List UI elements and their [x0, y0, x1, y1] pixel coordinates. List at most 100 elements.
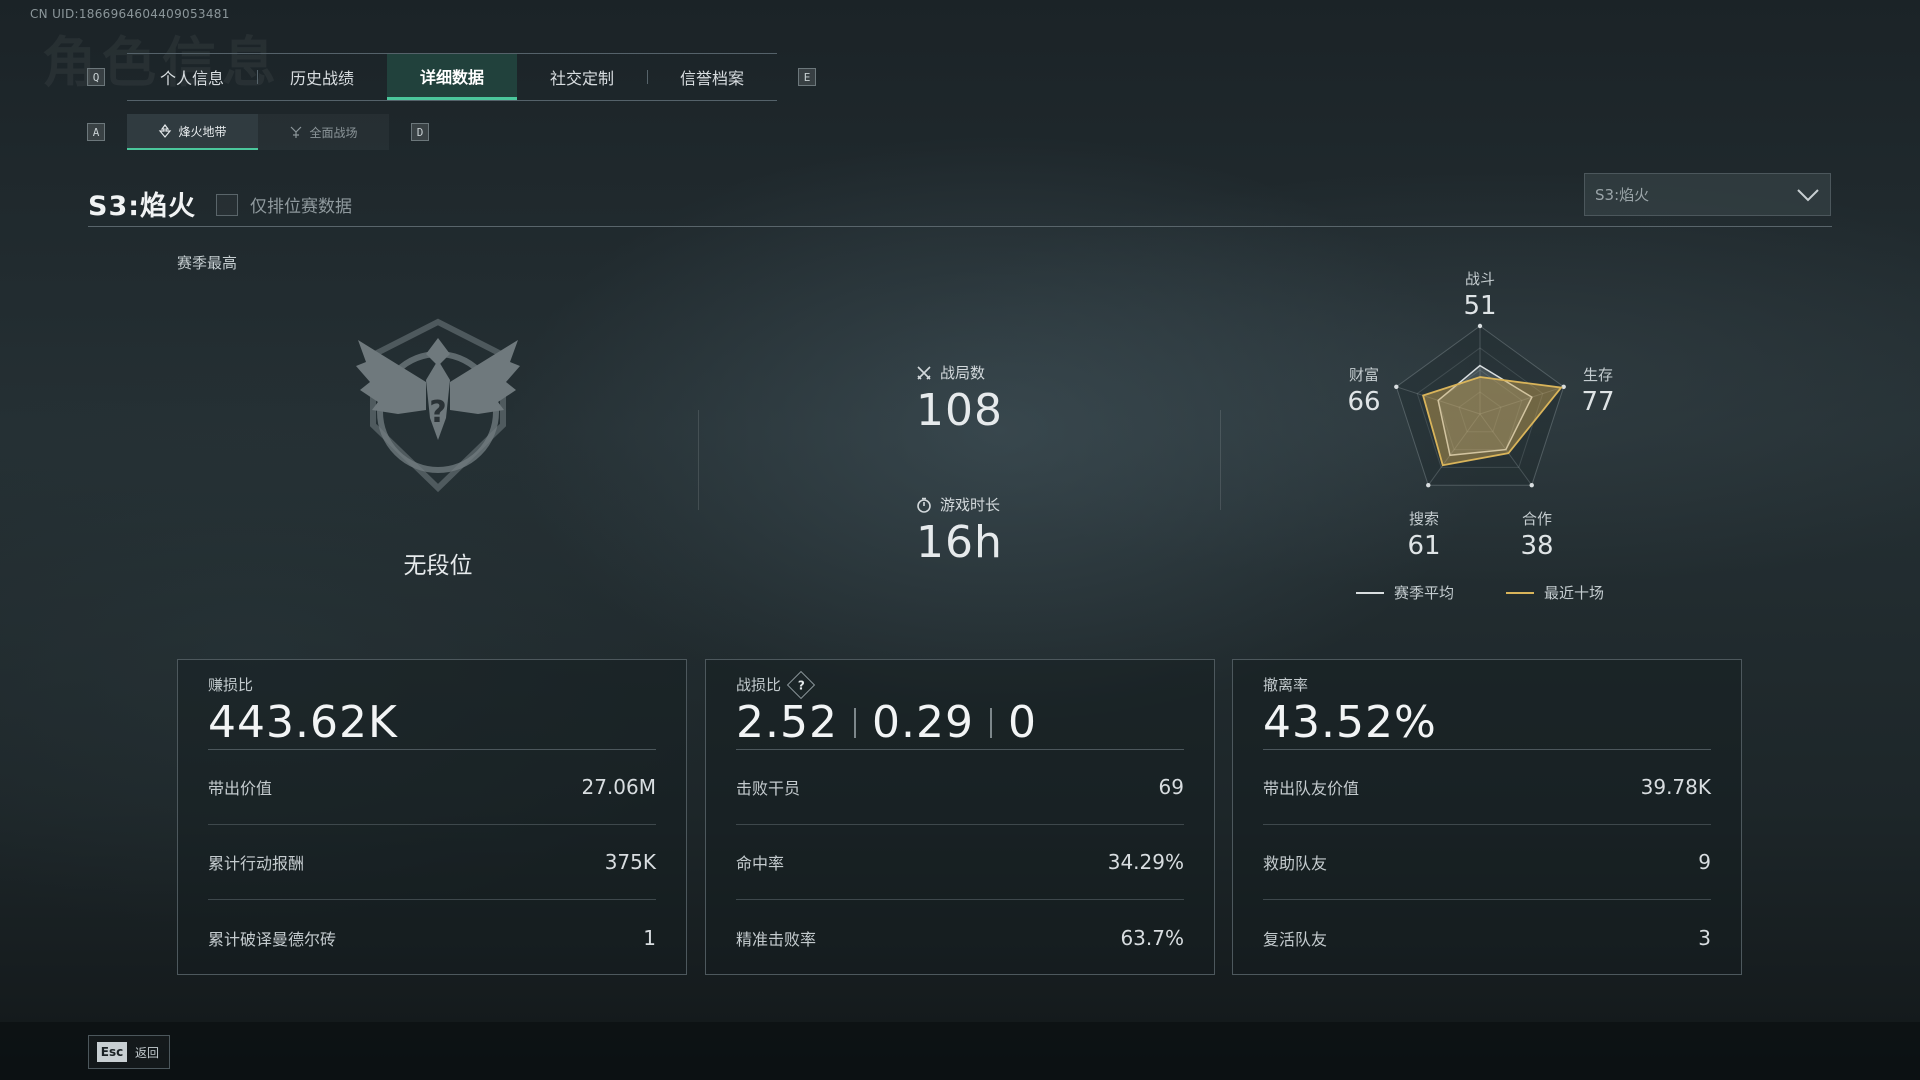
row-label: 复活队友 [1263, 929, 1328, 949]
row-label: 命中率 [736, 854, 785, 873]
tab-detailed-stats[interactable]: 详细数据 [387, 54, 517, 100]
subtab-label: 全面战场 [309, 125, 358, 140]
radar-axis-dot [1394, 384, 1399, 390]
playtime-label: 游戏时长 [940, 496, 1001, 514]
radar-axis-value: 77 [1581, 387, 1614, 417]
value-separator [989, 707, 992, 738]
fire-zone-icon [159, 124, 172, 138]
tab-label: 个人信息 [159, 69, 224, 88]
kd-card: 战损比 ? 2.52 0.29 0 击败干员 69 命中率 34.29% 精准击败率… [705, 659, 1215, 975]
subtab-battlefield[interactable]: 全面战场 [258, 114, 389, 150]
back-button[interactable]: Esc 返回 [88, 1035, 170, 1069]
radar-axis-value: 66 [1347, 387, 1380, 417]
radar-axis-label: 搜索 [1409, 510, 1439, 528]
row-value: 375K [604, 850, 656, 874]
card-row: 累计破译曼德尔砖 1 [208, 900, 656, 975]
row-value: 9 [1698, 850, 1711, 874]
extract-value: 43.52% [1263, 697, 1437, 748]
legend-season-avg: 赛季平均 [1356, 582, 1454, 603]
row-label: 救助队友 [1263, 854, 1328, 873]
playtime-value: 16h [916, 517, 1003, 568]
rank-name: 无段位 [403, 553, 473, 579]
radar-axis-dot [1561, 384, 1566, 390]
tab-match-history[interactable]: 历史战绩 [257, 54, 387, 100]
card-row: 救助队友 9 [1263, 825, 1711, 900]
ranked-only-toggle[interactable]: 仅排位赛数据 [216, 192, 352, 217]
card-row: 命中率 34.29% [736, 825, 1184, 900]
subtab-label: 烽火地带 [178, 124, 227, 139]
kd-values: 2.52 0.29 0 [736, 697, 1184, 748]
extract-label: 撤离率 [1263, 676, 1309, 694]
row-value: 39.78K [1640, 775, 1711, 799]
profit-value: 443.62K [208, 697, 398, 748]
kd-value: 2.52 [736, 697, 838, 748]
section-divider [698, 410, 699, 510]
radar-axis-label: 合作 [1522, 510, 1552, 528]
kd-value: 0 [1007, 697, 1037, 748]
next-subtab-key-icon[interactable]: D [411, 123, 429, 141]
season-best-label: 赛季最高 [177, 254, 238, 272]
extract-card: 撤离率 43.52% 带出队友价值 39.78K 救助队友 9 复活队友 3 [1232, 659, 1742, 975]
tab-social-custom[interactable]: 社交定制 [517, 54, 647, 100]
ranked-only-checkbox[interactable] [216, 193, 238, 216]
playtime-stat: 游戏时长 16h [916, 494, 1003, 568]
header-divider [88, 226, 1832, 227]
radar-axis-dot [1477, 323, 1483, 329]
chevron-down-icon [1797, 188, 1819, 201]
tab-label: 历史战绩 [289, 69, 354, 88]
card-row: 精准击败率 63.7% [736, 900, 1184, 975]
battlefield-icon [291, 126, 302, 138]
row-value: 69 [1158, 775, 1184, 799]
kd-label: 战损比 [736, 676, 782, 694]
mode-subtabs: 烽火地带 全面战场 [127, 114, 389, 150]
prev-subtab-key-icon[interactable]: A [87, 123, 105, 141]
help-icon[interactable]: ? [786, 670, 816, 699]
radar-axis-value: 51 [1463, 291, 1496, 321]
tab-personal-info[interactable]: 个人信息 [127, 54, 257, 100]
legend-recent-ten: 最近十场 [1506, 582, 1604, 603]
card-row: 带出价值 27.06M [208, 750, 656, 825]
rank-emblem-icon: ? [356, 318, 520, 493]
card-row: 击败干员 69 [736, 750, 1184, 825]
row-value: 34.29% [1107, 850, 1184, 874]
subtab-fire-zone[interactable]: 烽火地带 [127, 114, 258, 150]
card-row: 带出队友价值 39.78K [1263, 750, 1711, 825]
radar-axis-label: 生存 [1583, 366, 1613, 384]
season-title: S3:焰火 [88, 191, 197, 222]
section-divider [1220, 410, 1221, 510]
help-glyph: ? [797, 677, 805, 692]
radar-axis-value: 61 [1407, 531, 1440, 561]
row-label: 击败干员 [736, 779, 801, 798]
next-tab-key-icon[interactable]: E [798, 68, 816, 86]
row-label: 累计行动报酬 [208, 854, 305, 873]
row-label: 精准击败率 [736, 929, 817, 949]
row-value: 3 [1698, 925, 1711, 950]
main-tabs: 个人信息 历史战绩 详细数据 社交定制 信誉档案 [127, 53, 777, 101]
legend-label: 最近十场 [1544, 584, 1605, 602]
season-dropdown[interactable]: S3:焰火 [1584, 173, 1831, 216]
matches-label: 战局数 [940, 364, 986, 382]
back-label: 返回 [135, 1045, 160, 1060]
ability-radar-chart: 战斗 51 生存 77 合作 38 搜索 61 财富 66 [1347, 270, 1614, 561]
row-label: 带出队友价值 [1263, 779, 1360, 798]
card-row: 累计行动报酬 375K [208, 825, 656, 900]
esc-key-icon: Esc [97, 1042, 127, 1062]
row-label: 累计破译曼德尔砖 [208, 929, 337, 949]
radar-axis-label: 财富 [1349, 366, 1379, 384]
legend-swatch-yellow [1506, 591, 1535, 594]
svg-text:?: ? [429, 395, 446, 430]
legend-label: 赛季平均 [1394, 584, 1455, 602]
matches-value: 108 [916, 385, 1003, 436]
season-dropdown-value: S3:焰火 [1595, 186, 1650, 204]
radar-axis-label: 战斗 [1465, 270, 1495, 288]
tab-label: 详细数据 [419, 67, 484, 87]
row-value: 63.7% [1120, 925, 1184, 950]
radar-axis-dot [1426, 482, 1431, 488]
tab-credit-record[interactable]: 信誉档案 [647, 54, 777, 100]
tab-label: 信誉档案 [679, 69, 744, 88]
stopwatch-icon [917, 497, 931, 513]
radar-axis-dot [1529, 482, 1534, 488]
prev-tab-key-icon[interactable]: Q [87, 68, 105, 86]
value-separator [853, 707, 856, 738]
profit-label: 赚损比 [208, 676, 254, 694]
